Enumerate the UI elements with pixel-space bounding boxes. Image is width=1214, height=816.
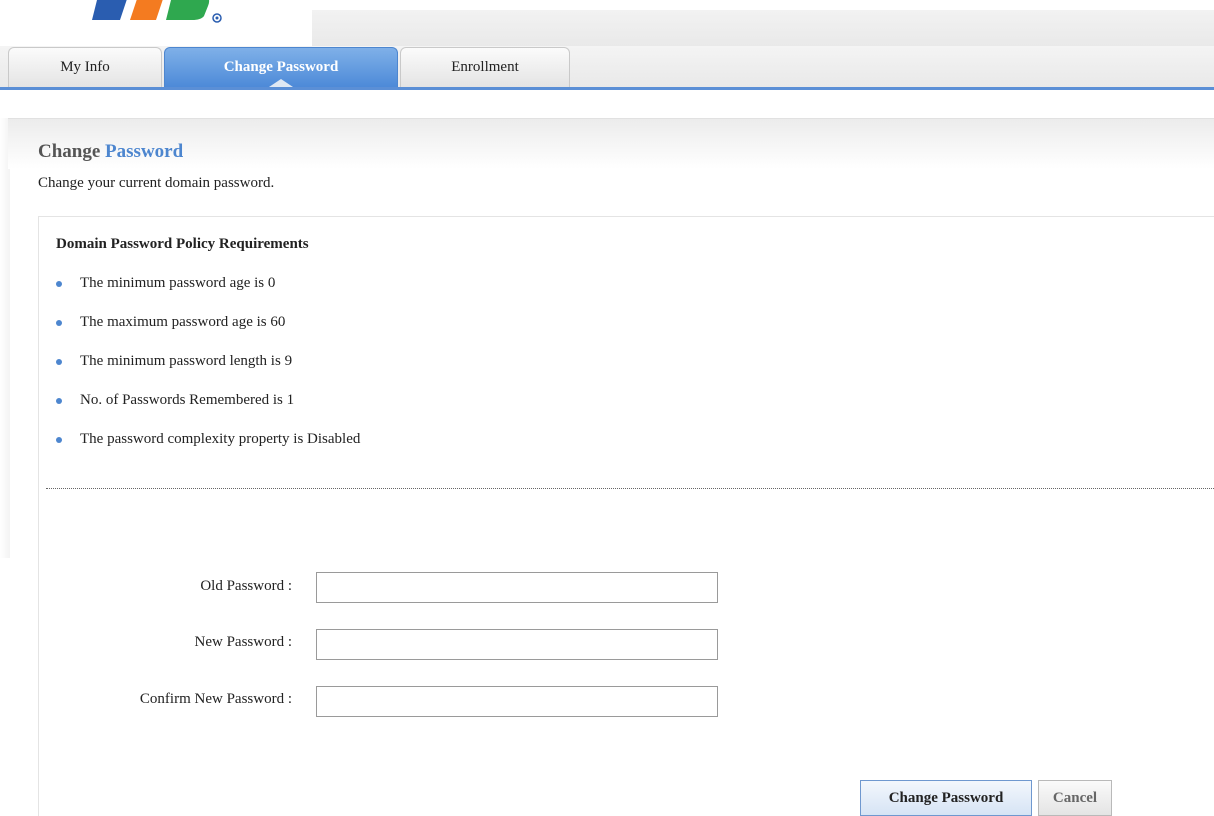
tab-enrollment-label: Enrollment xyxy=(451,59,519,75)
old-password-label: Old Password : xyxy=(200,578,292,594)
tab-bar-underline xyxy=(0,87,1214,90)
tab-enrollment[interactable]: Enrollment xyxy=(400,47,570,87)
policy-item: The minimum password length is 9 xyxy=(56,350,360,389)
bullet-icon xyxy=(56,320,62,326)
section-divider xyxy=(46,488,1214,489)
tab-my-info[interactable]: My Info xyxy=(8,47,162,87)
bullet-icon xyxy=(56,359,62,365)
brand-logo xyxy=(92,0,222,23)
page-title-part1: Change xyxy=(38,141,101,162)
page-description: Change your current domain password. xyxy=(38,175,275,191)
tab-change-password-label: Change Password xyxy=(223,59,339,75)
page-title-part2: Password xyxy=(105,141,184,162)
policy-item: The maximum password age is 60 xyxy=(56,311,360,350)
logo-area xyxy=(0,0,312,46)
tab-change-password[interactable]: Change Password xyxy=(164,47,398,87)
new-password-input[interactable] xyxy=(316,629,718,660)
page-title: Change Password xyxy=(38,141,183,163)
change-password-button[interactable]: Change Password xyxy=(860,780,1032,816)
content-left-edge xyxy=(0,118,10,558)
policy-item: The minimum password age is 0 xyxy=(56,272,360,311)
bullet-icon xyxy=(56,281,62,287)
bullet-icon xyxy=(56,398,62,404)
policy-heading: Domain Password Policy Requirements xyxy=(56,236,309,252)
old-password-input[interactable] xyxy=(316,572,718,603)
page: My Info Change Password Enrollment Chang… xyxy=(0,0,1214,816)
tab-my-info-label: My Info xyxy=(60,59,110,75)
policy-item-text: The minimum password age is 0 xyxy=(80,275,276,291)
policy-item: No. of Passwords Remembered is 1 xyxy=(56,389,360,428)
policy-item-text: The maximum password age is 60 xyxy=(80,314,286,330)
header-band xyxy=(312,10,1214,46)
policy-item-text: No. of Passwords Remembered is 1 xyxy=(80,392,295,408)
policy-item: The password complexity property is Disa… xyxy=(56,428,360,467)
policy-item-text: The password complexity property is Disa… xyxy=(80,431,361,447)
confirm-password-label: Confirm New Password : xyxy=(139,691,292,707)
content-header-band xyxy=(8,118,1214,169)
cancel-button[interactable]: Cancel xyxy=(1038,780,1112,816)
new-password-label: New Password : xyxy=(194,634,293,650)
policy-list: The minimum password age is 0 The maximu… xyxy=(56,272,360,467)
active-tab-indicator xyxy=(269,79,293,87)
confirm-password-input[interactable] xyxy=(316,686,718,717)
policy-item-text: The minimum password length is 9 xyxy=(80,353,293,369)
bullet-icon xyxy=(56,437,62,443)
